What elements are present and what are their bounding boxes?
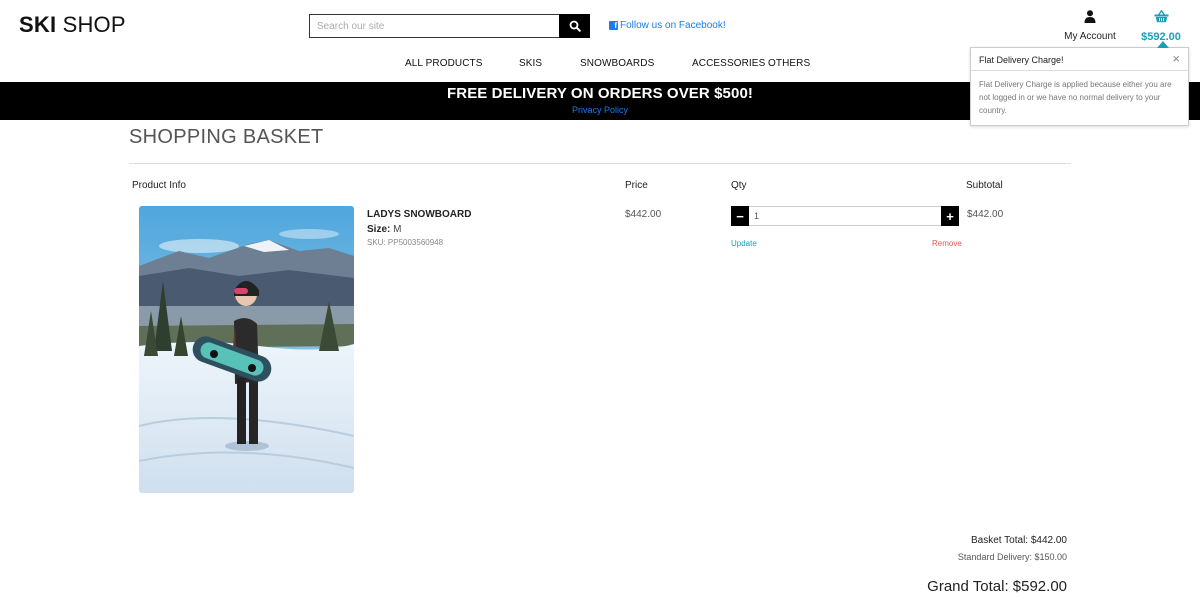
basket-icon <box>1154 9 1168 23</box>
remove-link[interactable]: Remove <box>932 239 962 248</box>
product-size: Size: M <box>367 224 401 235</box>
update-link[interactable]: Update <box>731 239 757 248</box>
product-sku: SKU: PP5003560948 <box>367 238 444 247</box>
search-bar <box>309 14 590 38</box>
user-icon <box>1084 10 1096 23</box>
increment-button[interactable]: + <box>941 206 959 226</box>
snowboarder-photo <box>139 206 354 493</box>
facebook-link[interactable]: f Follow us on Facebook! <box>609 20 726 31</box>
delivery-charge-line: Standard Delivery: $150.00 <box>957 552 1067 562</box>
delivery-toast: Flat Delivery Charge! × Flat Delivery Ch… <box>970 47 1189 126</box>
nav-item-all-products[interactable]: ALL PRODUCTS <box>405 58 483 69</box>
product-price: $442.00 <box>625 209 662 220</box>
facebook-icon: f <box>609 21 618 30</box>
product-size-label: Size: <box>367 224 391 235</box>
search-button[interactable] <box>559 14 590 38</box>
product-name[interactable]: LADYS SNOWBOARD <box>367 209 471 220</box>
nav-item-snowboards[interactable]: SNOWBOARDS <box>580 58 654 69</box>
toast-title: Flat Delivery Charge! <box>979 55 1064 65</box>
quantity-input[interactable] <box>749 206 941 226</box>
decrement-button[interactable]: − <box>731 206 749 226</box>
close-icon[interactable]: × <box>1172 52 1180 65</box>
column-header-qty: Qty <box>731 180 747 191</box>
line-subtotal: $442.00 <box>967 209 1004 220</box>
divider <box>129 163 1071 164</box>
logo-bold-text: SKI <box>19 12 57 37</box>
quantity-stepper: − + <box>731 206 959 226</box>
nav-item-skis[interactable]: SKIS <box>519 58 542 69</box>
nav-item-others[interactable]: OTHERS <box>768 58 810 69</box>
grand-total-line: Grand Total: $592.00 <box>927 578 1067 595</box>
column-header-price: Price <box>625 180 648 191</box>
toast-arrow <box>1157 41 1169 48</box>
logo-normal-text: SHOP <box>62 12 126 37</box>
column-header-product: Product Info <box>132 180 186 191</box>
site-logo[interactable]: SKI SHOP <box>19 12 126 38</box>
toast-body: Flat Delivery Charge is applied because … <box>979 80 1172 115</box>
search-input[interactable] <box>309 14 559 38</box>
product-size-value: M <box>393 224 402 235</box>
nav-item-accessories[interactable]: ACCESSORIES <box>692 58 765 69</box>
column-header-subtotal: Subtotal <box>966 180 1003 191</box>
product-image[interactable] <box>139 206 354 493</box>
page-title: SHOPPING BASKET <box>129 126 324 148</box>
basket-link[interactable]: $592.00 <box>1138 9 1184 43</box>
my-account-link[interactable]: My Account <box>1060 10 1120 42</box>
my-account-label: My Account <box>1064 31 1116 42</box>
search-icon <box>569 20 581 32</box>
facebook-link-label: Follow us on Facebook! <box>620 20 726 31</box>
toast-header: Flat Delivery Charge! × <box>971 48 1188 71</box>
basket-total-line: Basket Total: $442.00 <box>971 535 1067 546</box>
